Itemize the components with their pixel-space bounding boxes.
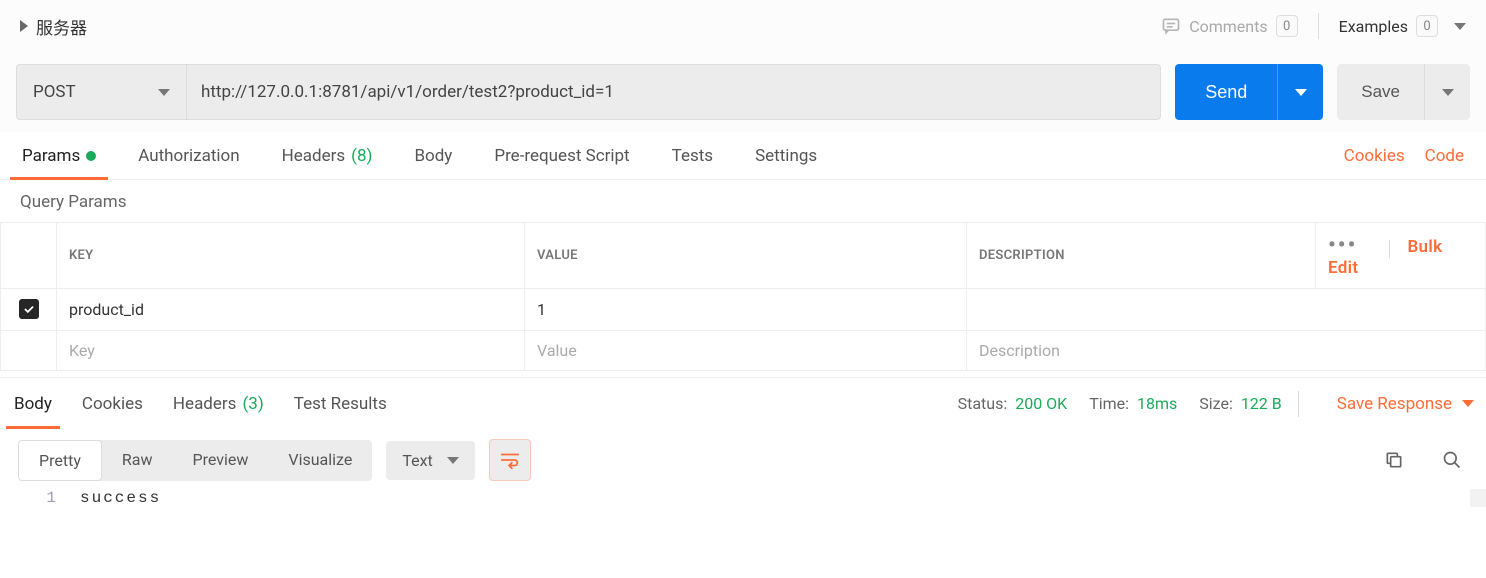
chevron-down-icon [1454, 23, 1466, 30]
send-button[interactable]: Send [1175, 64, 1277, 120]
param-value-placeholder[interactable]: Value [525, 331, 967, 371]
tab-headers[interactable]: Headers (8) [282, 132, 373, 179]
comments-count: 0 [1276, 15, 1298, 37]
tab-title-text: 服务器 [36, 14, 87, 39]
request-tab-title[interactable]: 服务器 [20, 14, 87, 39]
wrap-icon [499, 449, 521, 471]
cookies-link[interactable]: Cookies [1344, 146, 1405, 166]
view-preview[interactable]: Preview [172, 440, 268, 481]
tab-body[interactable]: Body [414, 132, 452, 179]
content-type-value: Text [402, 451, 432, 470]
save-button-group: Save [1337, 64, 1470, 120]
col-actions-header: ••• Bulk Edit [1316, 223, 1486, 289]
response-format-bar: Pretty Raw Preview Visualize Text [0, 429, 1486, 485]
resp-tab-cookies[interactable]: Cookies [80, 378, 145, 429]
view-pretty[interactable]: Pretty [18, 440, 102, 481]
tab-params[interactable]: Params [22, 132, 96, 179]
request-row: POST http://127.0.0.1:8781/api/v1/order/… [0, 52, 1486, 132]
search-icon [1442, 450, 1462, 470]
param-value-cell[interactable]: 1 [525, 289, 967, 331]
col-checkbox-header [1, 223, 57, 289]
http-method-select[interactable]: POST [16, 64, 186, 120]
chevron-down-icon [158, 89, 170, 96]
col-description-header: DESCRIPTION [967, 223, 1316, 289]
query-params-title: Query Params [0, 180, 1486, 222]
param-row[interactable]: product_id 1 [1, 289, 1486, 331]
copy-response-button[interactable] [1378, 444, 1410, 476]
tab-authorization[interactable]: Authorization [138, 132, 239, 179]
status-meta: Status: 200 OK [958, 394, 1068, 413]
size-label: Size: [1199, 394, 1233, 413]
time-meta: Time: 18ms [1089, 394, 1177, 413]
separator [1389, 240, 1390, 258]
param-description-placeholder[interactable]: Description [967, 331, 1486, 371]
chevron-down-icon [1295, 89, 1307, 96]
param-key-cell[interactable]: product_id [57, 289, 525, 331]
wrap-lines-button[interactable] [489, 439, 531, 481]
row-checkbox[interactable] [19, 299, 39, 319]
time-value: 18ms [1137, 394, 1177, 413]
response-line-content[interactable]: success [80, 489, 1486, 507]
separator [1318, 13, 1319, 39]
chevron-down-icon [447, 457, 459, 464]
request-tabs: Params Authorization Headers (8) Body Pr… [0, 132, 1486, 180]
examples-count: 0 [1416, 15, 1438, 37]
save-button[interactable]: Save [1337, 64, 1424, 120]
status-value: 200 OK [1015, 394, 1067, 413]
col-key-header: KEY [57, 223, 525, 289]
tab-headers-label: Headers [282, 146, 346, 166]
param-row-empty[interactable]: Key Value Description [1, 331, 1486, 371]
status-label: Status: [958, 394, 1008, 413]
view-raw[interactable]: Raw [102, 440, 173, 481]
tab-pre-request-script[interactable]: Pre-request Script [494, 132, 629, 179]
line-number: 1 [0, 489, 80, 507]
examples-button[interactable]: Examples 0 [1339, 15, 1466, 37]
send-options-button[interactable] [1277, 64, 1323, 120]
resp-tab-body[interactable]: Body [12, 378, 54, 429]
response-tabs: Body Cookies Headers (3) Test Results St… [0, 377, 1486, 429]
save-options-button[interactable] [1424, 64, 1470, 120]
examples-label: Examples [1339, 17, 1408, 36]
content-type-select[interactable]: Text [386, 441, 474, 480]
copy-icon [1384, 450, 1404, 470]
response-body: 1 success [0, 485, 1486, 517]
save-response-button[interactable]: Save Response [1337, 394, 1474, 414]
send-button-group: Send [1175, 64, 1323, 120]
separator [1298, 391, 1299, 417]
resp-tab-headers[interactable]: Headers (3) [171, 378, 266, 429]
headers-count: (8) [351, 146, 372, 166]
method-url-group: POST http://127.0.0.1:8781/api/v1/order/… [16, 64, 1161, 120]
comments-button[interactable]: Comments 0 [1161, 15, 1297, 37]
comment-icon [1161, 16, 1181, 36]
chevron-down-icon [1462, 400, 1474, 407]
search-response-button[interactable] [1436, 444, 1468, 476]
save-response-label: Save Response [1337, 394, 1452, 414]
view-visualize[interactable]: Visualize [268, 440, 372, 481]
param-key-placeholder[interactable]: Key [57, 331, 525, 371]
chevron-down-icon [1442, 89, 1454, 96]
query-params-table: KEY VALUE DESCRIPTION ••• Bulk Edit prod… [0, 222, 1486, 371]
col-value-header: VALUE [525, 223, 967, 289]
view-mode-segmented: Pretty Raw Preview Visualize [18, 440, 372, 481]
param-description-cell[interactable] [967, 289, 1486, 331]
tab-header: 服务器 Comments 0 Examples 0 [0, 0, 1486, 52]
url-input[interactable]: http://127.0.0.1:8781/api/v1/order/test2… [186, 64, 1161, 120]
size-meta: Size: 122 B [1199, 394, 1281, 413]
tab-settings[interactable]: Settings [755, 132, 817, 179]
check-icon [22, 302, 36, 316]
tab-params-label: Params [22, 146, 80, 166]
size-value: 122 B [1241, 394, 1282, 413]
more-options-icon[interactable]: ••• [1328, 233, 1357, 258]
comments-label: Comments [1189, 17, 1267, 36]
tab-tests[interactable]: Tests [672, 132, 713, 179]
code-link[interactable]: Code [1425, 146, 1464, 166]
resp-tab-test-results[interactable]: Test Results [292, 378, 389, 429]
time-label: Time: [1089, 394, 1129, 413]
url-value: http://127.0.0.1:8781/api/v1/order/test2… [201, 82, 614, 102]
http-method-value: POST [33, 82, 76, 102]
params-indicator-icon [86, 151, 96, 161]
response-headers-count: (3) [242, 394, 263, 414]
expand-icon [20, 20, 28, 32]
